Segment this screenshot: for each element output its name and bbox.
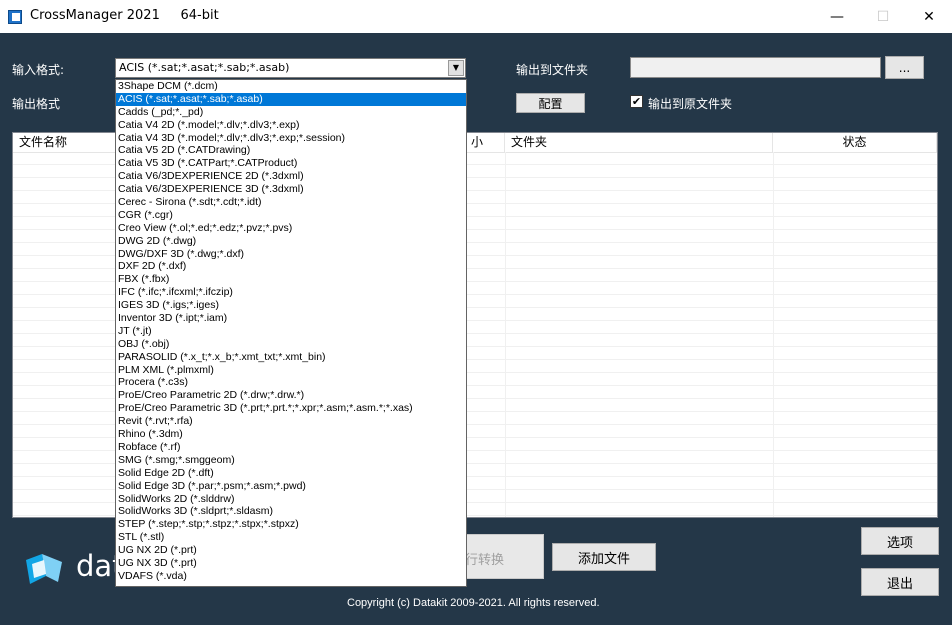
dropdown-option[interactable]: Inventor 3D (*.ipt;*.iam) (116, 312, 466, 325)
app-icon (8, 10, 22, 24)
column-header-folder[interactable]: 文件夹 (505, 133, 773, 152)
maximize-button[interactable]: ☐ (860, 0, 906, 33)
output-to-source-checkbox[interactable]: ✔ (630, 95, 643, 108)
dropdown-option[interactable]: STL (*.stl) (116, 531, 466, 544)
output-format-label: 输出格式 (12, 97, 61, 111)
window-title: CrossManager 2021 64-bit (30, 8, 219, 23)
dropdown-option[interactable]: VDAFS (*.vda) (116, 570, 466, 583)
dropdown-option[interactable]: FBX (*.fbx) (116, 273, 466, 286)
dropdown-option[interactable]: ProE/Creo Parametric 3D (*.prt;*.prt.*;*… (116, 402, 466, 415)
dropdown-option[interactable]: Cadds (_pd;*._pd) (116, 106, 466, 119)
dropdown-option[interactable]: Catia V6/3DEXPERIENCE 2D (*.3dxml) (116, 170, 466, 183)
dropdown-option[interactable]: Catia V5 2D (*.CATDrawing) (116, 144, 466, 157)
dropdown-option[interactable]: UG NX 3D (*.prt) (116, 557, 466, 570)
chevron-down-icon[interactable]: ▼ (448, 60, 464, 76)
dropdown-option[interactable]: STEP (*.step;*.stp;*.stpz;*.stpx;*.stpxz… (116, 518, 466, 531)
dropdown-option[interactable]: SolidWorks 3D (*.sldprt;*.sldasm) (116, 505, 466, 518)
dropdown-option[interactable]: IFC (*.ifc;*.ifcxml;*.ifczip) (116, 286, 466, 299)
title-bar: CrossManager 2021 64-bit — ☐ ✕ (0, 0, 952, 33)
output-folder-label: 输出到文件夹 (516, 63, 589, 77)
input-format-value: ACIS (*.sat;*.asat;*.sab;*.asab) (119, 61, 290, 74)
input-format-dropdown-list[interactable]: 3Shape DCM (*.dcm) ACIS (*.sat;*.asat;*.s… (115, 79, 467, 587)
column-header-status[interactable]: 状态 (773, 133, 937, 152)
close-button[interactable]: ✕ (906, 0, 952, 33)
output-to-source-label: 输出到原文件夹 (648, 97, 733, 111)
dropdown-option[interactable]: SolidWorks 2D (*.slddrw) (116, 493, 466, 506)
exit-button[interactable]: 退出 (861, 568, 939, 596)
dropdown-option[interactable]: Catia V6/3DEXPERIENCE 3D (*.3dxml) (116, 183, 466, 196)
dropdown-option[interactable]: PLM XML (*.plmxml) (116, 364, 466, 377)
dropdown-option[interactable]: Robface (*.rf) (116, 441, 466, 454)
column-header-size[interactable]: 小 (465, 133, 505, 152)
dropdown-option[interactable]: Catia V4 3D (*.model;*.dlv;*.dlv3;*.exp;… (116, 132, 466, 145)
dropdown-option[interactable]: Catia V5 3D (*.CATPart;*.CATProduct) (116, 157, 466, 170)
dropdown-option[interactable]: ProE/Creo Parametric 2D (*.drw;*.drw.*) (116, 389, 466, 402)
convert-label: 行转换 (465, 553, 505, 568)
dropdown-option[interactable]: Solid Edge 2D (*.dft) (116, 467, 466, 480)
dropdown-option[interactable]: UG NX 2D (*.prt) (116, 544, 466, 557)
dropdown-option[interactable]: Procera (*.c3s) (116, 376, 466, 389)
browse-button[interactable]: ... (885, 56, 924, 79)
output-folder-field[interactable] (630, 57, 881, 78)
dropdown-option[interactable]: JT (*.jt) (116, 325, 466, 338)
input-format-select[interactable]: ACIS (*.sat;*.asat;*.sab;*.asab) ▼ (115, 58, 466, 78)
dropdown-option[interactable]: ACIS (*.sat;*.asat;*.sab;*.asab) (116, 92, 466, 106)
dropdown-option[interactable]: DWG/DXF 3D (*.dwg;*.dxf) (116, 248, 466, 261)
dropdown-option[interactable]: SMG (*.smg;*.smggeom) (116, 454, 466, 467)
dropdown-option[interactable]: Revit (*.rvt;*.rfa) (116, 415, 466, 428)
dropdown-option[interactable]: DWG 2D (*.dwg) (116, 235, 466, 248)
config-button[interactable]: 配置 (516, 93, 585, 113)
dropdown-option[interactable]: CGR (*.cgr) (116, 209, 466, 222)
dropdown-option[interactable]: Catia V4 2D (*.model;*.dlv;*.dlv3;*.exp) (116, 119, 466, 132)
datakit-logo-icon (26, 554, 62, 584)
dropdown-option[interactable]: OBJ (*.obj) (116, 338, 466, 351)
dropdown-option[interactable]: DXF 2D (*.dxf) (116, 260, 466, 273)
dropdown-option[interactable]: PARASOLID (*.x_t;*.x_b;*.xmt_txt;*.xmt_b… (116, 351, 466, 364)
dropdown-option[interactable]: 3Shape DCM (*.dcm) (116, 80, 466, 93)
dropdown-option[interactable]: Creo View (*.ol;*.ed;*.edz;*.pvz;*.pvs) (116, 222, 466, 235)
add-files-button[interactable]: 添加文件 (552, 543, 656, 571)
minimize-button[interactable]: — (814, 0, 860, 33)
copyright-text: Copyright (c) Datakit 2009-2021. All rig… (347, 597, 600, 609)
dropdown-option[interactable]: Solid Edge 3D (*.par;*.psm;*.asm;*.pwd) (116, 480, 466, 493)
dropdown-option[interactable]: Rhino (*.3dm) (116, 428, 466, 441)
dropdown-option[interactable]: Cerec - Sirona (*.sdt;*.cdt;*.idt) (116, 196, 466, 209)
dropdown-option[interactable]: IGES 3D (*.igs;*.iges) (116, 299, 466, 312)
input-format-label: 输入格式: (12, 63, 65, 77)
options-button[interactable]: 选项 (861, 527, 939, 555)
